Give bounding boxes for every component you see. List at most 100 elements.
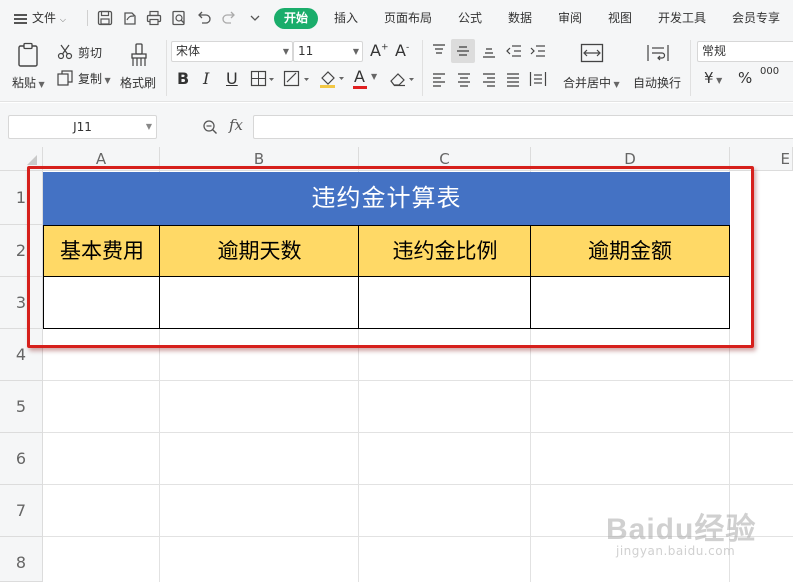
row-gridline [43,484,793,485]
percent-format-button[interactable]: % [738,69,752,87]
data-cell-d3[interactable] [530,277,730,329]
fill-color-icon[interactable] [318,69,346,89]
tab-insert[interactable]: 插入 [334,0,358,36]
italic-button[interactable]: I [203,69,209,88]
row-gridline [43,380,793,381]
tab-review[interactable]: 审阅 [558,0,582,36]
tab-formulas[interactable]: 公式 [458,0,482,36]
tab-page-layout[interactable]: 页面布局 [384,0,432,36]
table-title-cell[interactable]: 违约金计算表 [43,172,730,225]
row-header-4[interactable]: 4 [0,329,43,381]
tab-developer[interactable]: 开发工具 [658,0,706,36]
align-bottom-icon[interactable] [481,43,497,59]
data-cell-b3[interactable] [159,277,359,329]
paste-button[interactable]: 粘贴 ▼ [8,40,48,96]
align-right-icon[interactable] [481,71,497,87]
save-icon[interactable] [96,9,114,27]
header-cell-base-fee[interactable]: 基本费用 [43,225,160,277]
format-painter-label: 格式刷 [120,76,157,90]
align-middle-icon [457,46,469,56]
copy-label: 复制 [78,72,103,86]
font-size-value: 11 [298,44,314,58]
ribbon-separator [422,40,423,96]
export-icon[interactable] [121,9,139,27]
scissors-icon [57,44,73,60]
borders-icon[interactable] [250,70,276,88]
quick-access-dropdown-icon[interactable] [246,9,264,27]
chevron-down-icon: ▼ [145,122,152,131]
bold-button[interactable]: B [177,69,189,88]
row-header-3[interactable]: 3 [0,277,43,329]
number-format-value: 常规 [702,44,727,58]
undo-icon[interactable] [195,9,213,27]
select-all-triangle-icon [27,155,37,165]
data-cell-a3[interactable] [43,277,160,329]
file-menu[interactable]: 文件 ⌵ [14,0,66,36]
column-header-b[interactable]: B [160,147,359,171]
zoom-search-icon[interactable] [202,119,218,135]
font-size-dropdown[interactable]: 11 ▼ [293,41,363,62]
increase-font-size-icon[interactable]: A+ [370,41,389,60]
align-middle-button[interactable] [451,39,475,63]
format-painter-button[interactable]: 格式刷 [118,40,160,96]
row-header-6[interactable]: 6 [0,433,43,485]
row-header-7[interactable]: 7 [0,485,43,537]
merge-center-button[interactable]: 合并居中 ▼ [560,40,624,96]
header-cell-penalty-rate[interactable]: 违约金比例 [358,225,531,277]
number-format-dropdown[interactable]: 常规 [697,41,793,62]
tab-view[interactable]: 视图 [608,0,632,36]
tab-member[interactable]: 会员专享 [732,0,780,36]
print-icon[interactable] [145,9,163,27]
merge-center-label: 合并居中 [563,76,612,90]
insert-function-fx[interactable]: fx [229,116,243,134]
column-header-e[interactable]: E [730,147,793,171]
align-center-icon[interactable] [456,71,472,87]
header-cell-overdue-days[interactable]: 逾期天数 [159,225,359,277]
copy-button[interactable]: 复制 ▼ [56,68,118,88]
header-cell-overdue-amount[interactable]: 逾期金额 [530,225,730,277]
tab-home[interactable]: 开始 [274,8,318,29]
column-header-c[interactable]: C [359,147,531,171]
menu-bar: 文件 ⌵ 开始 插入 页面布局 公式 数据 审阅 视图 开发工具 会员专享 [0,0,793,36]
row-header-8[interactable]: 8 [0,537,43,582]
row-header-2[interactable]: 2 [0,225,43,277]
thousands-separator-button[interactable]: 000 [760,66,779,77]
watermark-logo: Baidu经验 [606,513,757,546]
clear-format-eraser-icon[interactable] [388,70,416,88]
paintbrush-icon [131,43,147,66]
data-cell-c3[interactable] [358,277,531,329]
tab-data[interactable]: 数据 [508,0,532,36]
currency-symbol: ¥ [704,69,714,87]
currency-format-button[interactable]: ¥ ▼ [704,69,722,87]
align-top-icon[interactable] [431,43,447,59]
font-color-button[interactable]: A ▼ [352,66,380,90]
ribbon-toolbar: 粘贴 ▼ 剪切 复制 ▼ 格式刷 宋体 ▼ 11 ▼ A+ A- B I U A… [0,36,793,102]
cell-style-icon[interactable] [283,70,311,88]
baidu-jingyan-watermark: Baidu经验 jingyan.baidu.com [606,498,766,568]
font-name-dropdown[interactable]: 宋体 ▼ [171,41,293,62]
row-header-5[interactable]: 5 [0,381,43,433]
cut-button[interactable]: 剪切 [56,42,106,62]
decrease-indent-icon[interactable] [505,43,523,59]
formula-bar: J11 ▼ fx [0,103,793,147]
file-menu-label: 文件 [32,11,57,25]
formula-input[interactable] [253,115,793,139]
justify-icon[interactable] [505,71,521,87]
column-header-a[interactable]: A [43,147,160,171]
distributed-align-icon[interactable] [529,71,547,87]
decrease-font-size-icon[interactable]: A- [395,41,409,60]
print-preview-icon[interactable] [170,9,188,27]
name-box[interactable]: J11 ▼ [8,115,157,139]
row-header-1[interactable]: 1 [0,171,43,225]
chevron-down-icon: ▼ [352,47,359,56]
redo-icon[interactable] [220,9,238,27]
chevron-down-icon: ▼ [371,72,378,81]
underline-button[interactable]: U [226,69,238,88]
select-all-corner[interactable] [0,147,43,171]
font-name-value: 宋体 [176,44,201,58]
copy-icon [57,70,73,86]
increase-indent-icon[interactable] [529,43,547,59]
wrap-text-button[interactable]: 自动换行 [630,40,686,96]
column-header-d[interactable]: D [531,147,730,171]
align-left-icon[interactable] [431,71,447,87]
